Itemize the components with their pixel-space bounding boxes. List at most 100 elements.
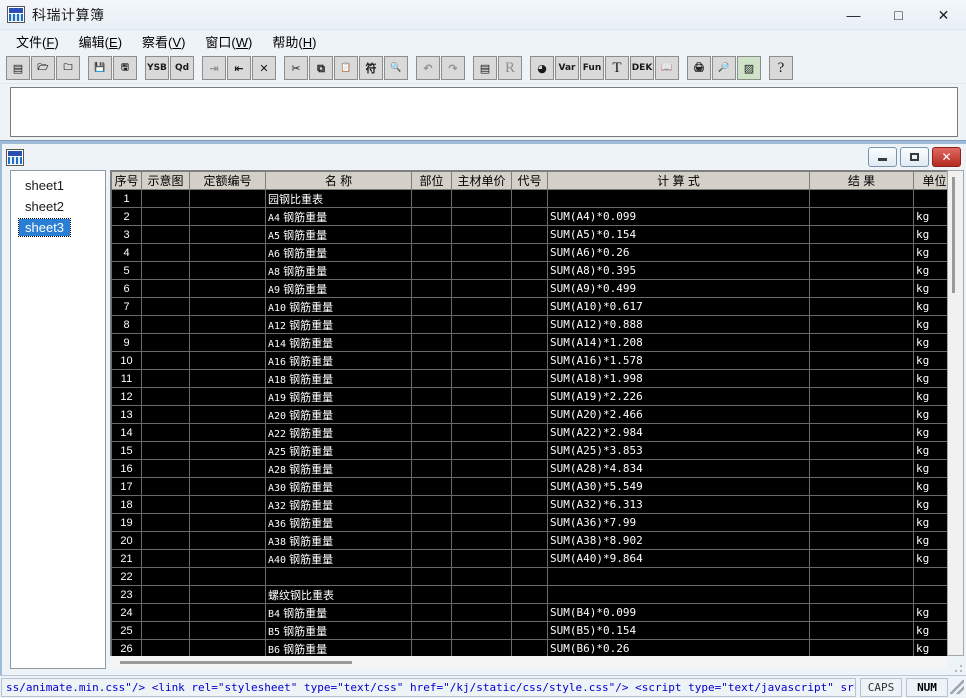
quota-code-cell[interactable] — [190, 460, 266, 478]
main-material-price-cell[interactable] — [452, 604, 512, 622]
diagram-cell[interactable] — [142, 244, 190, 262]
formula-cell[interactable]: SUM(A22)*2.984 — [548, 424, 810, 442]
quota-code-cell[interactable] — [190, 532, 266, 550]
diagram-cell[interactable] — [142, 568, 190, 586]
new-document-icon[interactable]: ▤ — [6, 56, 30, 80]
unit-cell[interactable]: kg — [914, 244, 948, 262]
code-cell[interactable] — [512, 478, 548, 496]
main-material-price-cell[interactable] — [452, 442, 512, 460]
formula-cell[interactable]: SUM(A8)*0.395 — [548, 262, 810, 280]
diagram-cell[interactable] — [142, 460, 190, 478]
result-cell[interactable] — [810, 622, 914, 640]
part-cell[interactable] — [412, 370, 452, 388]
name-cell[interactable]: A40 钢筋重量 — [266, 550, 412, 568]
row-number-cell[interactable]: 10 — [112, 352, 142, 370]
formula-cell[interactable]: SUM(A5)*0.154 — [548, 226, 810, 244]
column-header-diagram[interactable]: 示意图 — [142, 172, 190, 190]
unit-cell[interactable]: kg — [914, 280, 948, 298]
result-cell[interactable] — [810, 568, 914, 586]
unit-cell[interactable] — [914, 586, 948, 604]
name-cell[interactable]: A6 钢筋重量 — [266, 244, 412, 262]
row-number-cell[interactable]: 9 — [112, 334, 142, 352]
table-row[interactable]: 19A36 钢筋重量SUM(A36)*7.99kg — [112, 514, 948, 532]
function-icon[interactable]: Fun — [580, 56, 604, 80]
result-cell[interactable] — [810, 370, 914, 388]
table-row[interactable]: 5A8 钢筋重量SUM(A8)*0.395kg — [112, 262, 948, 280]
diagram-cell[interactable] — [142, 190, 190, 208]
row-number-cell[interactable]: 21 — [112, 550, 142, 568]
unit-cell[interactable] — [914, 568, 948, 586]
name-cell[interactable]: A22 钢筋重量 — [266, 424, 412, 442]
part-cell[interactable] — [412, 460, 452, 478]
result-cell[interactable] — [810, 262, 914, 280]
main-material-price-cell[interactable] — [452, 298, 512, 316]
quota-code-cell[interactable] — [190, 244, 266, 262]
part-cell[interactable] — [412, 208, 452, 226]
unit-cell[interactable]: kg — [914, 298, 948, 316]
result-cell[interactable] — [810, 496, 914, 514]
main-material-price-cell[interactable] — [452, 316, 512, 334]
diagram-cell[interactable] — [142, 496, 190, 514]
child-minimize-button[interactable] — [868, 147, 897, 167]
quota-code-cell[interactable] — [190, 370, 266, 388]
row-number-cell[interactable]: 18 — [112, 496, 142, 514]
quota-code-cell[interactable] — [190, 514, 266, 532]
row-number-cell[interactable]: 20 — [112, 532, 142, 550]
quota-code-cell[interactable] — [190, 496, 266, 514]
quota-code-cell[interactable] — [190, 640, 266, 657]
column-header-result[interactable]: 结 果 — [810, 172, 914, 190]
diagram-cell[interactable] — [142, 262, 190, 280]
main-material-price-cell[interactable] — [452, 496, 512, 514]
main-material-price-cell[interactable] — [452, 226, 512, 244]
name-cell[interactable]: A19 钢筋重量 — [266, 388, 412, 406]
code-cell[interactable] — [512, 568, 548, 586]
main-material-price-cell[interactable] — [452, 244, 512, 262]
print-preview-icon[interactable]: 🔎 — [712, 56, 736, 80]
row-number-cell[interactable]: 15 — [112, 442, 142, 460]
code-cell[interactable] — [512, 298, 548, 316]
part-cell[interactable] — [412, 496, 452, 514]
code-cell[interactable] — [512, 442, 548, 460]
table-row[interactable]: 11A18 钢筋重量SUM(A18)*1.998kg — [112, 370, 948, 388]
cut-icon[interactable]: ✂ — [284, 56, 308, 80]
insert-row-before-icon[interactable]: ⇤ — [227, 56, 251, 80]
formula-cell[interactable]: SUM(A6)*0.26 — [548, 244, 810, 262]
diagram-cell[interactable] — [142, 532, 190, 550]
code-cell[interactable] — [512, 244, 548, 262]
formula-cell[interactable]: SUM(A38)*8.902 — [548, 532, 810, 550]
column-header-formula[interactable]: 计 算 式 — [548, 172, 810, 190]
part-cell[interactable] — [412, 316, 452, 334]
unit-cell[interactable]: kg — [914, 496, 948, 514]
result-cell[interactable] — [810, 280, 914, 298]
name-cell[interactable]: A5 钢筋重量 — [266, 226, 412, 244]
quota-code-cell[interactable] — [190, 280, 266, 298]
quota-code-cell[interactable] — [190, 316, 266, 334]
formula-cell[interactable]: SUM(A9)*0.499 — [548, 280, 810, 298]
find-icon[interactable]: 🔍 — [384, 56, 408, 80]
formula-cell[interactable] — [548, 586, 810, 604]
quota-code-cell[interactable] — [190, 622, 266, 640]
name-cell[interactable]: A20 钢筋重量 — [266, 406, 412, 424]
result-cell[interactable] — [810, 478, 914, 496]
column-header-part[interactable]: 部位 — [412, 172, 452, 190]
name-cell[interactable]: A18 钢筋重量 — [266, 370, 412, 388]
formula-input[interactable] — [10, 87, 958, 137]
ysb-template-icon[interactable]: YSB — [145, 56, 169, 80]
code-cell[interactable] — [512, 226, 548, 244]
code-cell[interactable] — [512, 208, 548, 226]
diagram-cell[interactable] — [142, 298, 190, 316]
code-cell[interactable] — [512, 640, 548, 657]
name-cell[interactable]: A10 钢筋重量 — [266, 298, 412, 316]
unit-cell[interactable]: kg — [914, 532, 948, 550]
print-icon[interactable]: 🖨 — [687, 56, 711, 80]
unit-cell[interactable]: kg — [914, 514, 948, 532]
diagram-cell[interactable] — [142, 640, 190, 657]
part-cell[interactable] — [412, 298, 452, 316]
row-number-cell[interactable]: 4 — [112, 244, 142, 262]
row-number-cell[interactable]: 13 — [112, 406, 142, 424]
quota-code-cell[interactable] — [190, 298, 266, 316]
diagram-cell[interactable] — [142, 424, 190, 442]
result-cell[interactable] — [810, 460, 914, 478]
table-row[interactable]: 4 A6 钢筋重量 SUM(A6)*0.26 kg — [112, 244, 948, 262]
table-row[interactable]: 1园钢比重表 — [112, 190, 948, 208]
